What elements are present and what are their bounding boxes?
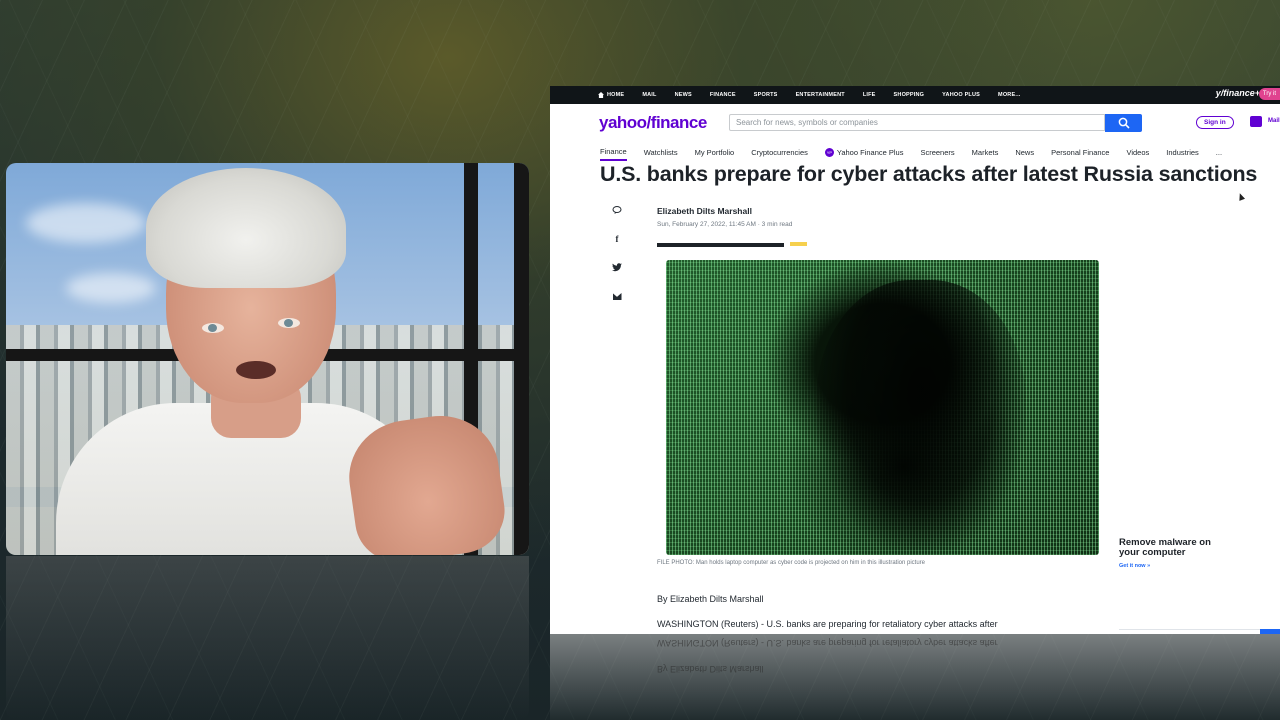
subnav-finance[interactable]: Finance: [600, 147, 627, 161]
mail-label[interactable]: Mail: [1268, 118, 1280, 124]
sidebar-divider: [1119, 629, 1280, 630]
search-button[interactable]: [1105, 114, 1142, 132]
topnav-sports[interactable]: SPORTS: [754, 92, 778, 98]
finance-subnav: Finance Watchlists My Portfolio Cryptocu…: [600, 147, 1239, 161]
topnav-home-label: HOME: [607, 92, 625, 98]
subnav-watchlists[interactable]: Watchlists: [644, 147, 678, 161]
subnav-personal-finance[interactable]: Personal Finance: [1051, 147, 1109, 161]
article-author[interactable]: Elizabeth Dilts Marshall: [657, 206, 752, 216]
article-body-first-line: WASHINGTON (Reuters) - U.S. banks are pr…: [657, 619, 998, 629]
cloud: [66, 273, 156, 303]
subnav-news[interactable]: News: [1015, 147, 1034, 161]
reflected-body-text: WASHINGTON (Reuters) - U.S. banks are pr…: [657, 638, 998, 648]
sign-in-button[interactable]: Sign in: [1196, 116, 1234, 129]
hooded-figure-silhouette: [816, 280, 1026, 550]
topnav-more[interactable]: MORE...: [998, 92, 1020, 98]
subnav-videos[interactable]: Videos: [1126, 147, 1149, 161]
topnav-life[interactable]: LIFE: [863, 92, 876, 98]
mail-icon[interactable]: [1250, 116, 1262, 127]
article-byline: By Elizabeth Dilts Marshall: [657, 594, 764, 604]
subnav-cryptocurrencies[interactable]: Cryptocurrencies: [751, 147, 808, 161]
topnav-home[interactable]: HOME: [598, 92, 624, 98]
ad-title[interactable]: Remove malware on your computer: [1119, 538, 1229, 558]
subnav-yahoo-finance-plus-label: Yahoo Finance Plus: [836, 148, 904, 157]
article-date: Sun, February 27, 2022, 11:45 AM · 3 min…: [657, 221, 793, 228]
topnav-entertainment[interactable]: ENTERTAINMENT: [796, 92, 845, 98]
yahoo-finance-logo[interactable]: yahoo/finance: [599, 113, 707, 133]
email-share-icon[interactable]: [612, 292, 622, 302]
subnav-my-portfolio[interactable]: My Portfolio: [695, 147, 735, 161]
reading-progress-bar: [657, 243, 784, 247]
presenter-mouth: [236, 361, 276, 379]
article-hero-image: [666, 260, 1099, 555]
reading-progress-accent: [790, 242, 807, 246]
home-icon: [598, 92, 604, 98]
facebook-icon[interactable]: f: [612, 234, 622, 244]
subnav-markets[interactable]: Markets: [972, 147, 999, 161]
try-it-button[interactable]: Try it: [1258, 88, 1280, 100]
mouse-cursor: [1236, 192, 1246, 201]
topnav-mail[interactable]: MAIL: [642, 92, 656, 98]
article-headline: U.S. banks prepare for cyber attacks aft…: [600, 162, 1258, 186]
reflected-byline: By Elizabeth Dilts Marshall: [657, 664, 764, 674]
presenter-video: [6, 163, 529, 555]
search-icon: [1118, 117, 1130, 129]
search-input[interactable]: Search for news, symbols or companies: [729, 114, 1105, 131]
presenter-hair: [146, 168, 346, 288]
yahoo-plus-badge-icon: YP: [824, 148, 834, 157]
presenter-eye: [202, 323, 224, 333]
topnav-shopping[interactable]: SHOPPING: [894, 92, 925, 98]
topnav-news[interactable]: NEWS: [675, 92, 692, 98]
site-header: yahoo/finance Search for news, symbols o…: [550, 104, 1280, 142]
subnav-more[interactable]: ...: [1216, 147, 1222, 161]
subnav-yahoo-finance-plus[interactable]: YP Yahoo Finance Plus: [824, 147, 904, 161]
cloud: [26, 203, 146, 243]
subnav-screeners[interactable]: Screeners: [920, 147, 954, 161]
presenter-eye: [278, 318, 300, 328]
ad-link[interactable]: Get it now »: [1119, 563, 1150, 569]
video-reflection: [6, 556, 529, 720]
page-reflection: WASHINGTON (Reuters) - U.S. banks are pr…: [550, 634, 1280, 720]
twitter-icon[interactable]: [612, 263, 622, 273]
topnav-yahoo-plus[interactable]: YAHOO PLUS: [942, 92, 980, 98]
top-navigation: HOME MAIL NEWS FINANCE SPORTS ENTERTAINM…: [550, 86, 1280, 104]
image-caption: FILE PHOTO: Man holds laptop computer as…: [657, 560, 926, 566]
topnav-finance[interactable]: FINANCE: [710, 92, 736, 98]
subnav-industries[interactable]: Industries: [1166, 147, 1199, 161]
yahoo-finance-page: HOME MAIL NEWS FINANCE SPORTS ENTERTAINM…: [550, 86, 1280, 634]
comment-icon[interactable]: [612, 205, 622, 215]
yfinance-plus-brand[interactable]: y/finance+: [1216, 88, 1260, 98]
